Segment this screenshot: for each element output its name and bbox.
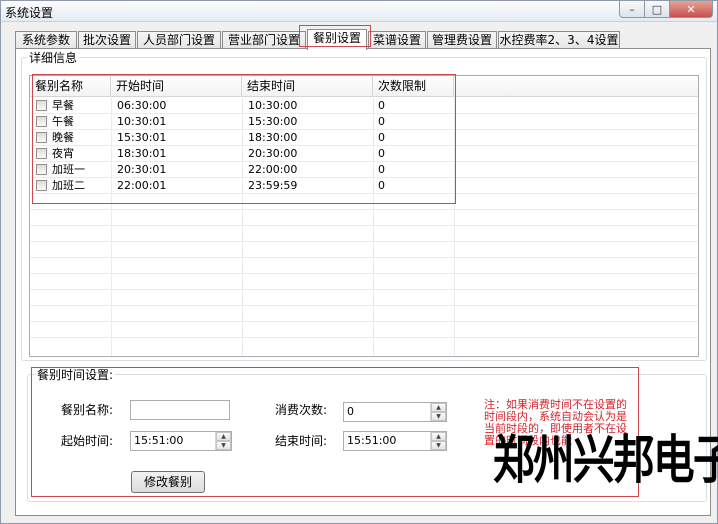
grid-line xyxy=(30,289,698,290)
minimize-button[interactable]: – xyxy=(619,1,645,18)
spin-up-icon[interactable]: ▲ xyxy=(431,432,446,441)
start-time-cell: 18:30:01 xyxy=(117,147,167,160)
table-row[interactable]: 早餐 06:30:00 10:30:00 0 xyxy=(30,98,698,114)
end-time-cell: 10:30:00 xyxy=(248,99,298,112)
spin-up-icon[interactable]: ▲ xyxy=(431,403,446,412)
table-row[interactable]: 午餐 10:30:01 15:30:00 0 xyxy=(30,114,698,130)
meal-name-input[interactable] xyxy=(130,400,230,420)
column-header-start[interactable]: 开始时间 xyxy=(111,76,242,96)
limit-cell: 0 xyxy=(378,163,385,176)
limit-cell: 0 xyxy=(378,115,385,128)
meal-name-cell: 加班二 xyxy=(52,179,85,192)
tab-management-fee[interactable]: 管理费设置 xyxy=(427,31,497,49)
spinner-buttons: ▲ ▼ xyxy=(430,403,446,421)
grid-line xyxy=(30,321,698,322)
system-settings-window: 系统设置 – □ ✕ 系统参数 批次设置 人员部门设置 营业部门设置 餐别设置 … xyxy=(0,0,718,524)
start-time-cell: 15:30:01 xyxy=(117,131,167,144)
spin-down-icon[interactable]: ▼ xyxy=(431,412,446,421)
meal-name-cell: 午餐 xyxy=(52,115,74,128)
detail-group-legend: 详细信息 xyxy=(27,51,80,65)
consume-count-label: 消费次数: xyxy=(275,403,328,417)
row-checkbox[interactable] xyxy=(36,180,47,191)
tab-system-params[interactable]: 系统参数 xyxy=(15,31,77,49)
spin-down-icon[interactable]: ▼ xyxy=(216,441,231,450)
limit-cell: 0 xyxy=(378,99,385,112)
spin-down-icon[interactable]: ▼ xyxy=(431,441,446,450)
grid-line xyxy=(30,273,698,274)
end-time-cell: 23:59:59 xyxy=(248,179,298,192)
end-time-spinner[interactable]: 15:51:00 ▲ ▼ xyxy=(343,431,447,451)
close-button[interactable]: ✕ xyxy=(669,1,713,18)
start-time-spinner[interactable]: 15:51:00 ▲ ▼ xyxy=(130,431,232,451)
grid-header: 餐别名称 开始时间 结束时间 次数限制 xyxy=(30,76,698,97)
start-time-cell: 20:30:01 xyxy=(117,163,167,176)
grid-line xyxy=(30,225,698,226)
tab-staff-department[interactable]: 人员部门设置 xyxy=(137,31,221,49)
column-header-name[interactable]: 餐别名称 xyxy=(30,76,111,96)
consume-count-spinner[interactable]: 0 ▲ ▼ xyxy=(343,402,447,422)
start-time-cell: 06:30:00 xyxy=(117,99,167,112)
title-bar[interactable]: 系统设置 – □ ✕ xyxy=(1,1,717,22)
start-time-cell: 10:30:01 xyxy=(117,115,167,128)
start-time-label: 起始时间: xyxy=(61,434,114,448)
limit-cell: 0 xyxy=(378,179,385,192)
start-time-value: 15:51:00 xyxy=(134,434,184,447)
grid-line xyxy=(30,241,698,242)
spinner-buttons: ▲ ▼ xyxy=(430,432,446,450)
start-time-cell: 22:00:01 xyxy=(117,179,167,192)
window-title: 系统设置 xyxy=(5,6,54,20)
tab-batch-settings[interactable]: 批次设置 xyxy=(78,31,136,49)
grid-line xyxy=(30,209,698,210)
table-row[interactable]: 晚餐 15:30:01 18:30:00 0 xyxy=(30,130,698,146)
meal-name-label: 餐别名称: xyxy=(61,403,114,417)
end-time-cell: 18:30:00 xyxy=(248,131,298,144)
meal-time-group-legend: 餐别时间设置: xyxy=(35,368,116,382)
end-time-cell: 15:30:00 xyxy=(248,115,298,128)
limit-cell: 0 xyxy=(378,131,385,144)
tab-business-department[interactable]: 营业部门设置 xyxy=(222,31,306,49)
tab-highlight-box xyxy=(299,25,371,47)
row-checkbox[interactable] xyxy=(36,100,47,111)
grid-line xyxy=(30,257,698,258)
limit-cell: 0 xyxy=(378,147,385,160)
watermark-text: 郑州兴邦电子 xyxy=(493,431,718,491)
table-row[interactable]: 加班一 20:30:01 22:00:00 0 xyxy=(30,162,698,178)
tab-water-rate[interactable]: 水控费率2、3、4设置 xyxy=(498,31,620,49)
consume-count-value: 0 xyxy=(347,405,354,418)
meal-name-cell: 晚餐 xyxy=(52,131,74,144)
grid-line xyxy=(30,337,698,338)
meal-name-cell: 加班一 xyxy=(52,163,85,176)
row-checkbox[interactable] xyxy=(36,148,47,159)
maximize-button[interactable]: □ xyxy=(644,1,670,18)
end-time-value: 15:51:00 xyxy=(347,434,397,447)
row-checkbox[interactable] xyxy=(36,116,47,127)
modify-meal-button[interactable]: 修改餐别 xyxy=(131,471,205,493)
row-checkbox[interactable] xyxy=(36,164,47,175)
end-time-label: 结束时间: xyxy=(275,434,328,448)
tab-menu-settings[interactable]: 菜谱设置 xyxy=(368,31,426,49)
column-header-end[interactable]: 结束时间 xyxy=(242,76,373,96)
column-header-limit[interactable]: 次数限制 xyxy=(373,76,454,96)
table-row[interactable]: 夜宵 18:30:01 20:30:00 0 xyxy=(30,146,698,162)
table-row[interactable]: 加班二 22:00:01 23:59:59 0 xyxy=(30,178,698,194)
grid-line xyxy=(30,305,698,306)
spinner-buttons: ▲ ▼ xyxy=(215,432,231,450)
spin-up-icon[interactable]: ▲ xyxy=(216,432,231,441)
meal-name-cell: 早餐 xyxy=(52,99,74,112)
meal-grid[interactable]: 餐别名称 开始时间 结束时间 次数限制 早餐 06:30:00 10:30:00… xyxy=(29,75,699,357)
meal-name-cell: 夜宵 xyxy=(52,147,74,160)
end-time-cell: 22:00:00 xyxy=(248,163,298,176)
end-time-cell: 20:30:00 xyxy=(248,147,298,160)
row-checkbox[interactable] xyxy=(36,132,47,143)
